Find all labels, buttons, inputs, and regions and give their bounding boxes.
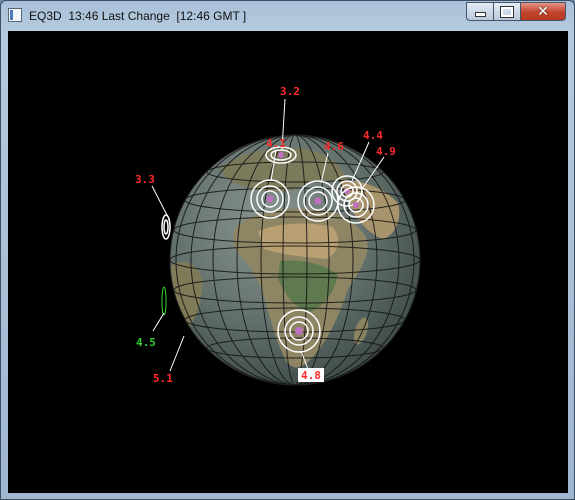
minimize-icon — [474, 12, 486, 17]
quake-label-3: 4.6 — [324, 140, 344, 153]
quake-label-1: 3.2 — [280, 85, 300, 98]
globe — [169, 134, 421, 386]
quake-label-9: 4.8 — [301, 369, 321, 382]
quake-marker-7[interactable] — [161, 286, 167, 316]
quake-label-4: 4.4 — [363, 129, 383, 142]
quake-label-5: 4.9 — [376, 145, 396, 158]
quake-marker-2[interactable] — [250, 179, 290, 219]
quake-marker-8[interactable] — [277, 309, 321, 353]
globe-viewport[interactable]: 3.2 4.1 4.6 4.4 4.9 3.3 4.5 5.1 4.8 — [8, 31, 568, 493]
quake-label-7: 4.5 — [136, 336, 156, 349]
quake-label-6: 3.3 — [135, 173, 155, 186]
quake-marker-6[interactable] — [161, 214, 171, 240]
quake-marker-5[interactable] — [337, 186, 375, 224]
quake-label-2: 4.1 — [266, 137, 286, 150]
app-window-icon[interactable] — [8, 8, 22, 22]
close-icon: ✕ — [537, 3, 549, 20]
globe-canvas[interactable]: 3.2 4.1 4.6 4.4 4.9 3.3 4.5 5.1 4.8 — [8, 31, 568, 493]
quake-label-8: 5.1 — [153, 372, 173, 385]
close-button[interactable]: ✕ — [520, 2, 566, 21]
title-bar[interactable]: EQ3D 13:46 Last Change [12:46 GMT ] ✕ — [1, 1, 574, 31]
minimize-button[interactable] — [466, 2, 494, 21]
window-title: EQ3D 13:46 Last Change [12:46 GMT ] — [29, 9, 247, 23]
maximize-button[interactable] — [493, 2, 521, 21]
quake-marker-4[interactable] — [331, 175, 363, 207]
maximize-icon — [500, 5, 514, 18]
app-window: EQ3D 13:46 Last Change [12:46 GMT ] ✕ 3.… — [0, 0, 575, 500]
